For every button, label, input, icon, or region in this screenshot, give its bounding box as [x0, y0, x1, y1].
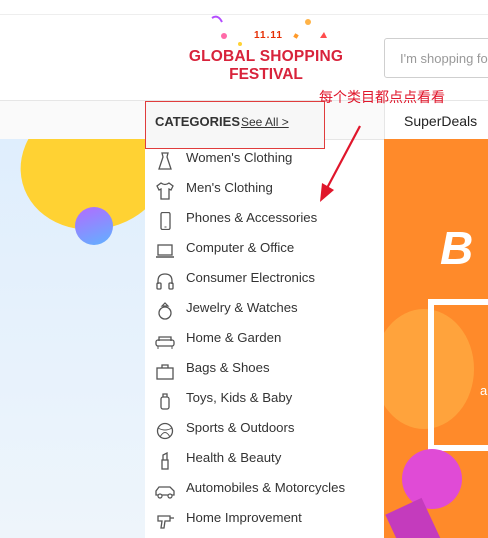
category-item-health-beauty[interactable]: Health & Beauty [145, 446, 384, 476]
festival-logo[interactable]: 11.11 GLOBAL SHOPPING FESTIVAL [184, 14, 348, 98]
annotation-text: 每个类目都点点看看 [319, 90, 445, 106]
search-box[interactable] [384, 38, 488, 78]
category-item-home-garden[interactable]: Home & Garden [145, 326, 384, 356]
category-label: Computer & Office [186, 240, 295, 255]
promo-banner[interactable]: B a [384, 139, 488, 538]
category-label: Consumer Electronics [186, 270, 315, 285]
categories-header: CATEGORIES See All > [145, 101, 325, 149]
lipstick-icon [161, 452, 169, 470]
superdeals-label: SuperDeals [404, 113, 478, 129]
left-banner[interactable] [0, 139, 145, 538]
promo-frame-decoration [428, 299, 488, 451]
gradient-ball-decoration [75, 207, 113, 245]
category-label: Toys, Kids & Baby [186, 390, 293, 405]
category-item-consumer-electronics[interactable]: Consumer Electronics [145, 266, 384, 296]
dress-icon [158, 152, 172, 170]
car-icon [155, 486, 175, 499]
site-header: 11.11 GLOBAL SHOPPING FESTIVAL [0, 0, 488, 101]
category-label: Women's Clothing [186, 150, 293, 165]
category-item-automobiles-motorcycles[interactable]: Automobiles & Motorcycles [145, 476, 384, 506]
drill-icon [157, 515, 174, 529]
category-label: Phones & Accessories [186, 210, 318, 225]
phone-icon [160, 212, 171, 230]
category-item-computer-office[interactable]: Computer & Office [145, 236, 384, 266]
headphones-icon [156, 273, 174, 290]
category-item-womens-clothing[interactable]: Women's Clothing [145, 146, 384, 176]
ball-icon [156, 422, 174, 440]
category-list: Women's Clothing Men's Clothing Phones &… [145, 149, 384, 538]
microphone-icon [402, 449, 462, 509]
category-label: Home & Garden [186, 330, 282, 345]
ring-icon [158, 302, 172, 320]
see-all-link[interactable]: See All > [241, 115, 289, 129]
category-label: Bags & Shoes [186, 360, 270, 375]
laptop-icon [156, 244, 174, 258]
category-item-phones-accessories[interactable]: Phones & Accessories [145, 206, 384, 236]
bottle-icon [160, 393, 170, 410]
category-label: Jewelry & Watches [186, 300, 298, 315]
tshirt-icon [156, 182, 174, 200]
bag-icon [156, 364, 174, 380]
category-label: Sports & Outdoors [186, 420, 295, 435]
search-input[interactable] [385, 39, 488, 77]
logo-text-line2: FESTIVAL [229, 66, 303, 83]
category-label: Men's Clothing [186, 180, 273, 195]
categories-title: CATEGORIES [155, 114, 240, 129]
category-item-home-improvement[interactable]: Home Improvement [145, 506, 384, 536]
category-item-sports-outdoors[interactable]: Sports & Outdoors [145, 416, 384, 446]
category-item-bags-shoes[interactable]: Bags & Shoes [145, 356, 384, 386]
category-item-jewelry-watches[interactable]: Jewelry & Watches [145, 296, 384, 326]
category-label: Home Improvement [186, 510, 302, 525]
logo-badge: 11.11 [254, 30, 283, 41]
category-item-mens-clothing[interactable]: Men's Clothing [145, 176, 384, 206]
logo-text-line1: GLOBAL SHOPPING [188, 48, 344, 65]
sofa-icon [155, 336, 175, 349]
promo-headline: B [440, 222, 474, 274]
category-label: Automobiles & Motorcycles [186, 480, 346, 495]
category-item-toys-kids-baby[interactable]: Toys, Kids & Baby [145, 386, 384, 416]
promo-subtext: a [480, 383, 488, 398]
category-label: Health & Beauty [186, 450, 282, 465]
